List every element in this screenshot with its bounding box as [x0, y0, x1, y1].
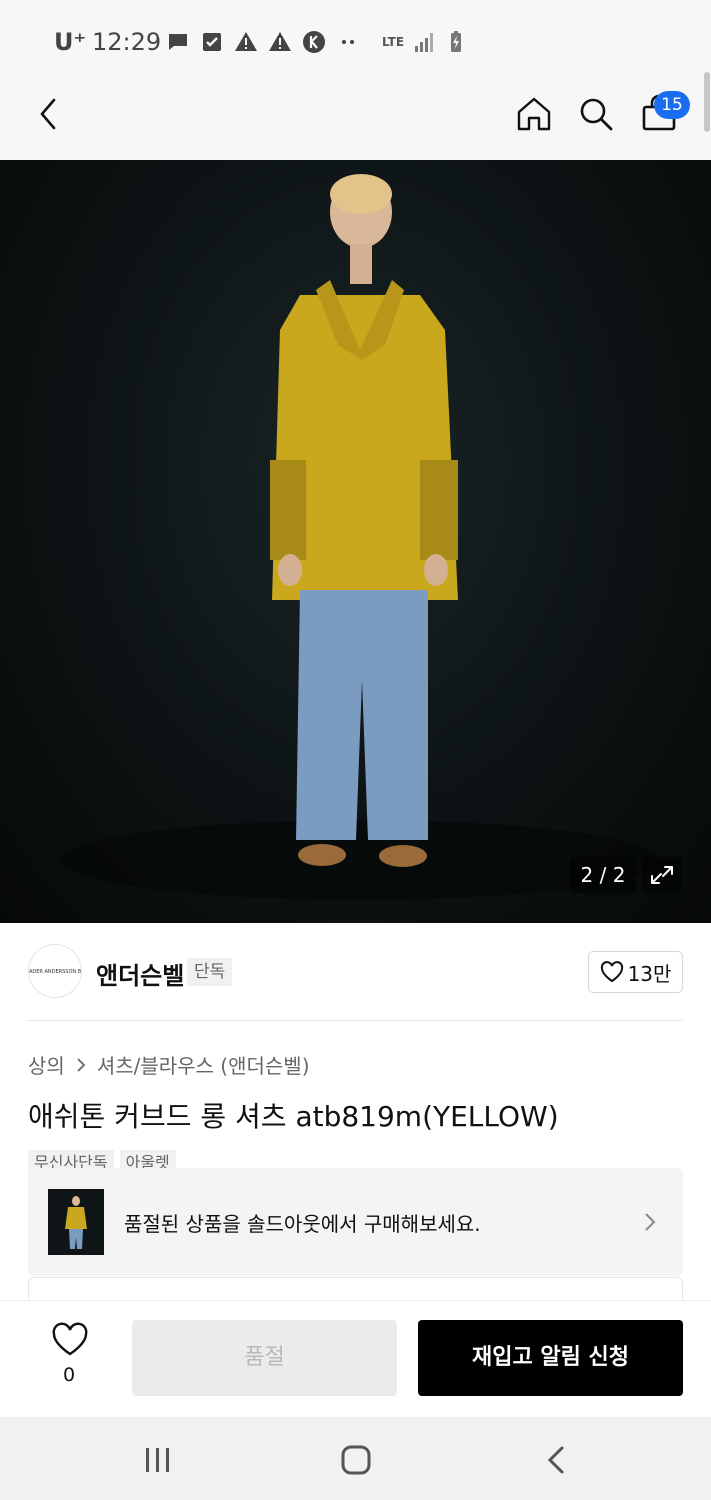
- notification-icons: [166, 30, 360, 54]
- scroll-indicator: [704, 72, 710, 132]
- recent-apps-icon[interactable]: [140, 1444, 176, 1476]
- chevron-right-icon: [77, 1057, 86, 1072]
- network-label: LTE: [382, 35, 405, 49]
- product-image[interactable]: [0, 160, 711, 923]
- back-arrow-icon[interactable]: [30, 94, 70, 134]
- brand-name[interactable]: 앤더슨벨: [96, 956, 184, 991]
- system-back-icon[interactable]: [538, 1440, 574, 1480]
- divider: [28, 1020, 683, 1021]
- carrier-label: U⁺: [54, 28, 87, 56]
- wishlist-count: 0: [62, 1364, 76, 1386]
- cart-count-badge: 15: [654, 91, 690, 119]
- system-home-icon[interactable]: [336, 1440, 376, 1480]
- heart-icon: [600, 961, 623, 983]
- breadcrumb-category[interactable]: 상의: [28, 1050, 65, 1079]
- status-time: 12:29: [92, 28, 162, 56]
- brand-like-button[interactable]: 13만: [588, 951, 683, 993]
- brand-like-count: 13만: [627, 961, 672, 986]
- breadcrumb: 상의 셔츠/블라우스 (앤더슨벨): [28, 1050, 310, 1079]
- k-app-icon: [303, 31, 325, 53]
- soldout-banner[interactable]: 품절된 상품을 솔드아웃에서 구매해보세요.: [28, 1168, 683, 1276]
- thumbnail-figure: [65, 1196, 87, 1249]
- image-counter: 2 / 2: [570, 857, 636, 893]
- warning-icon: [269, 32, 291, 51]
- status-bar: U⁺ 12:29 LTE: [0, 0, 711, 80]
- home-icon[interactable]: [514, 94, 554, 134]
- heart-icon: [52, 1322, 88, 1356]
- check-box-icon: [203, 33, 221, 51]
- product-title: 애쉬톤 커브드 롱 셔츠 atb819m(YELLOW): [28, 1100, 559, 1133]
- soldout-message: 품절된 상품을 솔드아웃에서 구매해보세요.: [124, 1212, 481, 1236]
- more-dots-icon: [342, 40, 354, 44]
- exclusive-tag: 단독: [187, 958, 233, 986]
- battery-charging-icon: [451, 31, 462, 52]
- brand-logo[interactable]: ADER ANDERSSON BELL: [28, 944, 82, 998]
- restock-alert-button[interactable]: 재입고 알림 신청: [418, 1320, 683, 1396]
- product-photo: [60, 174, 660, 900]
- soldout-thumbnail: [48, 1189, 104, 1255]
- chevron-right-icon: [645, 1213, 656, 1231]
- chat-icon: [169, 34, 187, 50]
- warning-icon: [235, 32, 257, 51]
- signal-icon: [415, 33, 434, 52]
- breadcrumb-subcategory[interactable]: 셔츠/블라우스 (앤더슨벨): [97, 1050, 310, 1079]
- system-indicators: LTE: [382, 30, 468, 54]
- soldout-button: 품절: [132, 1320, 397, 1396]
- expand-icon[interactable]: [642, 857, 682, 893]
- search-icon[interactable]: [576, 94, 616, 134]
- top-app-bar: [0, 80, 711, 160]
